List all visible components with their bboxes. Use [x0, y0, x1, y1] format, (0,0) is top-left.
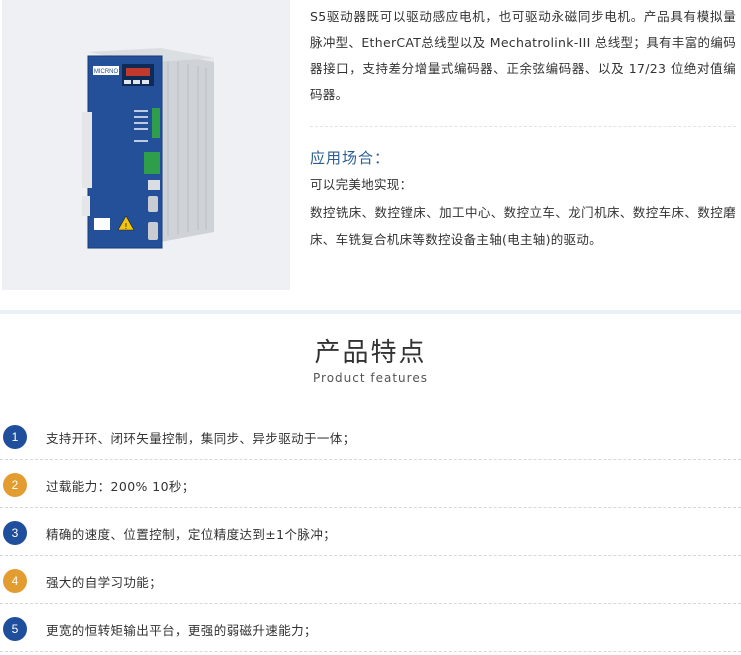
feature-item: 4 强大的自学习功能； — [0, 556, 741, 604]
features-title: 产品特点 — [314, 338, 427, 368]
feature-number-badge: 1 — [3, 425, 27, 449]
feature-item: 2 过载能力：200% 10秒； — [0, 460, 741, 508]
feature-text: 更宽的恒转矩输出平台，更强的弱磁升速能力； — [46, 623, 317, 638]
feature-number-badge: 2 — [3, 473, 27, 497]
feature-number-badge: 5 — [3, 617, 27, 641]
feature-number-badge: 3 — [3, 521, 27, 545]
feature-text: 精确的速度、位置控制，定位精度达到±1个脉冲； — [46, 527, 337, 542]
application-subheading: 可以完美地实现： — [310, 177, 413, 192]
brand-logo: MICRNO — [94, 69, 119, 75]
feature-item: 3 精确的速度、位置控制，定位精度达到±1个脉冲； — [0, 508, 741, 556]
section-separator — [0, 310, 741, 314]
servo-drive-illustration: MICRNO ! — [82, 48, 214, 249]
features-subtitle: Product features — [313, 371, 428, 385]
product-image: MICRNO ! — [2, 0, 290, 290]
feature-list: 1 支持开环、闭环矢量控制，集同步、异步驱动于一体； 2 过载能力：200% 1… — [0, 412, 741, 652]
product-intro: S5驱动器既可以驱动感应电机，也可驱动永磁同步电机。产品具有模拟量脉冲型、Eth… — [310, 9, 736, 102]
svg-text:!: ! — [124, 222, 127, 231]
application-body: 数控铣床、数控镗床、加工中心、数控立车、龙门机床、数控车床、数控磨床、车铣复合机… — [310, 205, 736, 247]
feature-text: 支持开环、闭环矢量控制，集同步、异步驱动于一体； — [46, 431, 356, 446]
feature-item: 1 支持开环、闭环矢量控制，集同步、异步驱动于一体； — [0, 412, 741, 460]
feature-text: 强大的自学习功能； — [46, 575, 163, 590]
feature-text: 过载能力：200% 10秒； — [46, 479, 195, 494]
feature-number-badge: 4 — [3, 569, 27, 593]
divider — [310, 126, 736, 127]
feature-item: 5 更宽的恒转矩输出平台，更强的弱磁升速能力； — [0, 604, 741, 652]
application-heading: 应用场合： — [310, 149, 391, 167]
